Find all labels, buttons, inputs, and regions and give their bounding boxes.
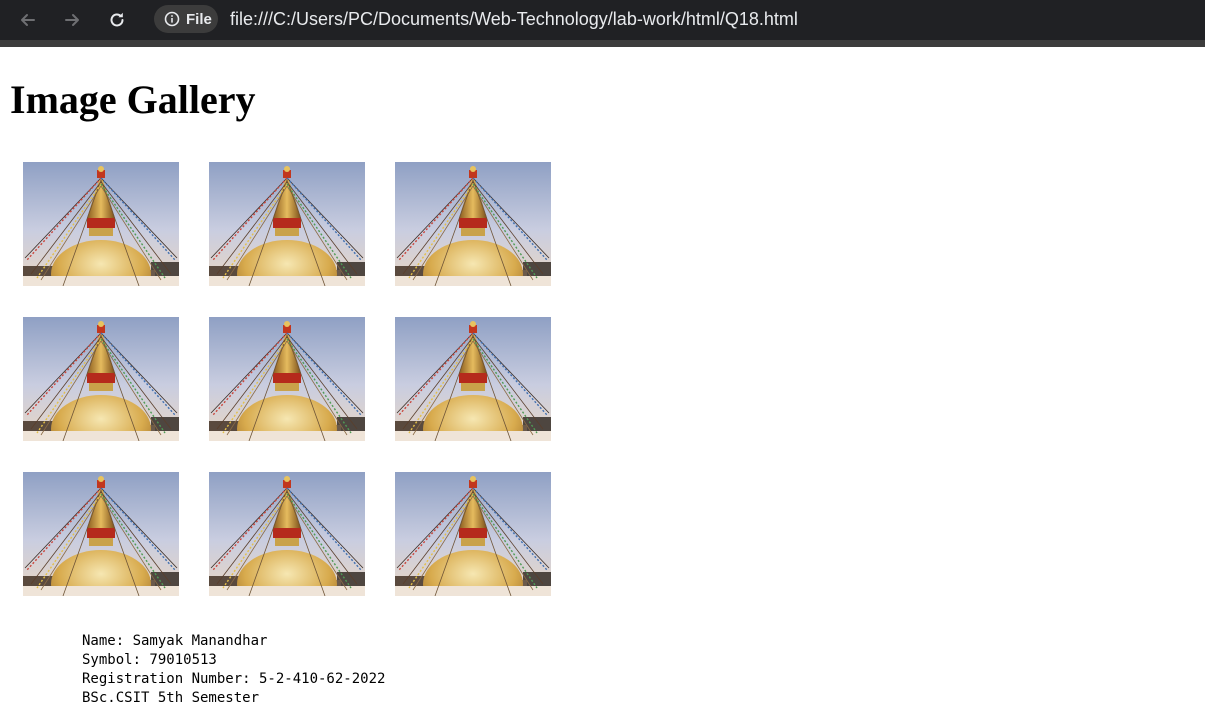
url-text[interactable]: file:///C:/Users/PC/Documents/Web-Techno… <box>230 9 798 30</box>
arrow-left-icon <box>21 14 35 26</box>
gallery-image <box>23 162 179 286</box>
gallery-image <box>23 472 179 596</box>
forward-button[interactable] <box>56 4 88 36</box>
gallery-image <box>209 472 365 596</box>
site-info-chip[interactable]: File <box>154 5 218 33</box>
student-info: Name: Samyak Manandhar Symbol: 79010513 Re… <box>82 632 385 708</box>
address-bar[interactable]: File file:///C:/Users/PC/Documents/Web-T… <box>150 0 1205 40</box>
reload-icon <box>110 12 124 27</box>
gallery-image <box>23 317 179 441</box>
program-semester: BSc.CSIT 5th Semester <box>82 690 260 706</box>
registration-number: Registration Number: 5-2-410-62-2022 <box>82 671 386 687</box>
reload-button[interactable] <box>101 4 133 36</box>
arrow-right-icon <box>65 14 79 26</box>
gallery-image <box>209 162 365 286</box>
gallery-image <box>395 472 551 596</box>
gallery-image <box>395 317 551 441</box>
browser-toolbar: File file:///C:/Users/PC/Documents/Web-T… <box>0 0 1205 47</box>
image-gallery <box>23 162 551 596</box>
gallery-image <box>209 317 365 441</box>
info-circle-icon <box>164 11 180 27</box>
gallery-image <box>395 162 551 286</box>
back-button[interactable] <box>12 4 44 36</box>
student-symbol: Symbol: 79010513 <box>82 652 217 668</box>
site-chip-label: File <box>186 10 212 28</box>
student-name: Name: Samyak Manandhar <box>82 633 268 649</box>
page-title: Image Gallery <box>10 77 256 122</box>
